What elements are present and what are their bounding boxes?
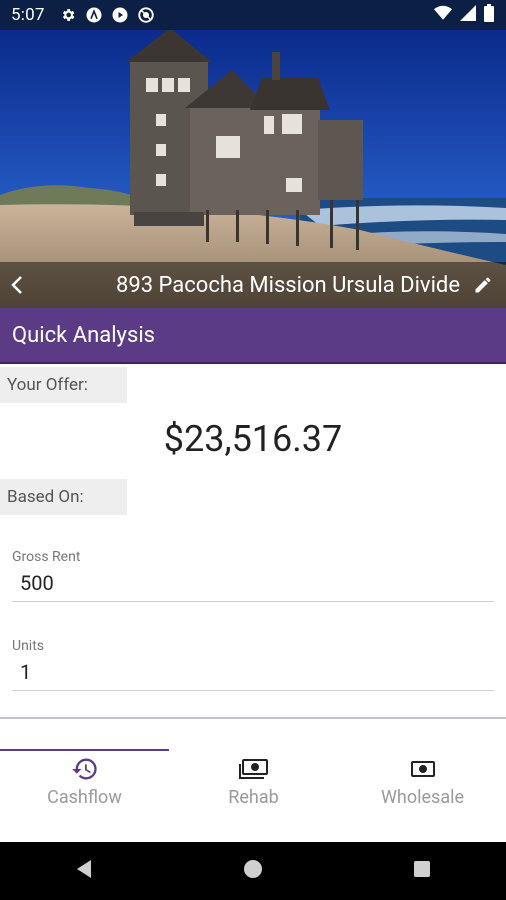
tab-wholesale[interactable]: Wholesale: [338, 753, 506, 813]
tab-cashflow-label: Cashflow: [47, 787, 122, 808]
units-label: Units: [12, 638, 45, 654]
bottom-navigation: Cashflow Rehab Wholesale: [0, 719, 506, 842]
units-input[interactable]: 1: [12, 654, 494, 691]
offer-value: $23,516.37: [163, 418, 343, 460]
address-bar: 893 Pacocha Mission Ursula Divide: [0, 262, 506, 308]
based-on-label: Based On:: [0, 479, 127, 515]
play-badge-icon: [111, 6, 129, 24]
system-navigation-bar: [0, 842, 506, 900]
history-icon: [71, 753, 99, 785]
status-bar: 5:07: [0, 0, 506, 30]
money-stack-icon: [238, 753, 269, 785]
property-address: 893 Pacocha Mission Ursula Divide: [115, 272, 460, 298]
tab-cashflow[interactable]: Cashflow: [0, 753, 169, 813]
tab-rehab-label: Rehab: [228, 787, 279, 808]
gross-rent-label: Gross Rent: [12, 549, 81, 565]
settings-icon: [59, 6, 77, 24]
section-title: Quick Analysis: [12, 322, 156, 348]
gross-rent-input[interactable]: 500: [12, 565, 494, 602]
wifi-icon: [434, 5, 452, 25]
blocked-badge-icon: [137, 6, 155, 24]
gross-rent-field[interactable]: Gross Rent 500: [12, 549, 494, 602]
system-home-icon[interactable]: [243, 859, 263, 883]
property-photo: 893 Pacocha Mission Ursula Divide: [0, 30, 506, 308]
quick-analysis-header: Quick Analysis: [0, 308, 506, 364]
edit-button[interactable]: [466, 262, 500, 308]
signal-icon: [460, 5, 476, 25]
your-offer-label: Your Offer:: [0, 367, 127, 403]
units-field[interactable]: Units 1: [12, 638, 494, 691]
money-icon: [410, 753, 436, 785]
a-badge-icon: [85, 6, 103, 24]
battery-icon: [484, 4, 494, 26]
pencil-icon: [475, 277, 491, 293]
selected-tab-indicator: [0, 749, 169, 751]
chevron-left-icon: [11, 276, 22, 294]
tab-rehab[interactable]: Rehab: [169, 753, 338, 813]
status-time: 5:07: [11, 5, 45, 25]
tab-wholesale-label: Wholesale: [380, 787, 465, 808]
system-back-icon[interactable]: [75, 859, 93, 883]
back-button[interactable]: [0, 262, 34, 308]
system-recents-icon[interactable]: [413, 860, 431, 882]
